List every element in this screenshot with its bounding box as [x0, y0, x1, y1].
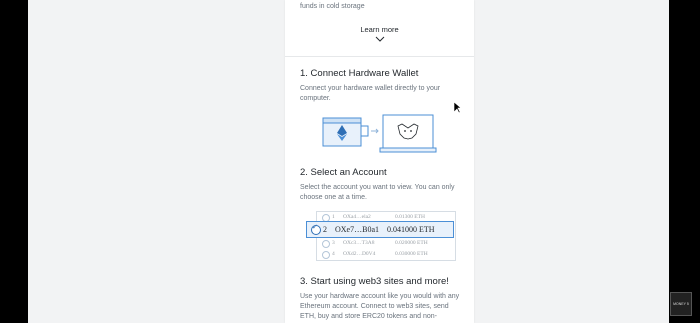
- account-number: 4: [332, 251, 335, 257]
- section-3-title: 3. Start using web3 sites and more!: [300, 276, 449, 287]
- hardware-wallet-panel: funds in cold storage Learn more 1. Conn…: [285, 0, 474, 323]
- section-select-account: 2. Select an Account Select the account …: [300, 167, 462, 203]
- account-number: 3: [332, 240, 335, 246]
- account-balance: 0.020000 ETH: [395, 240, 428, 246]
- account-balance: 0.01300 ETH: [395, 214, 425, 220]
- account-balance: 0.041000 ETH: [387, 225, 435, 234]
- mouse-cursor-icon: [454, 102, 462, 114]
- section-1-title: 1. Connect Hardware Wallet: [300, 68, 419, 79]
- arrow-right-icon: [371, 128, 379, 134]
- learn-more-button[interactable]: Learn more: [285, 25, 474, 42]
- learn-more-label: Learn more: [360, 25, 399, 34]
- section-2-title: 2. Select an Account: [300, 167, 387, 178]
- page-background: funds in cold storage Learn more 1. Conn…: [28, 0, 669, 323]
- account-address: OXe7…B0a1: [335, 225, 379, 234]
- section-2-description: Select the account you want to view. You…: [300, 184, 455, 201]
- laptop-metamask-icon: [379, 114, 437, 153]
- radio-icon: [322, 251, 330, 259]
- account-list-illustration: 1 OXa4…ela2 0.01300 ETH 3 OXc3…T3A8 0.02…: [306, 211, 456, 261]
- cold-storage-text: funds in cold storage: [300, 3, 365, 10]
- section-3-description: Use your hardware account like you would…: [300, 293, 460, 320]
- radio-icon: [322, 240, 330, 248]
- account-balance: 0.030000 ETH: [395, 251, 428, 257]
- account-row[interactable]: 4 OXd2…D0V4 0.030000 ETH: [317, 249, 455, 260]
- account-number: 1: [332, 214, 335, 220]
- account-address: OXa4…ela2: [343, 214, 371, 220]
- account-address: OXc3…T3A8: [343, 240, 375, 246]
- account-number: 2: [323, 225, 327, 234]
- channel-watermark: MONEY 5: [670, 292, 692, 316]
- chevron-down-icon: [375, 36, 384, 42]
- hardware-wallet-icon: [322, 117, 369, 147]
- hardware-connection-illustration: [322, 114, 437, 153]
- section-start-using-web3: 3. Start using web3 sites and more! Use …: [300, 276, 462, 322]
- check-icon: ✓: [312, 223, 318, 231]
- section-1-description: Connect your hardware wallet directly to…: [300, 85, 441, 102]
- account-row[interactable]: 3 OXc3…T3A8 0.020000 ETH: [317, 238, 455, 249]
- selected-account-row[interactable]: ✓ 2 OXe7…B0a1 0.041000 ETH: [306, 221, 454, 238]
- account-address: OXd2…D0V4: [343, 251, 376, 257]
- divider: [285, 56, 474, 57]
- section-connect-hardware-wallet: 1. Connect Hardware Wallet Connect your …: [300, 68, 462, 104]
